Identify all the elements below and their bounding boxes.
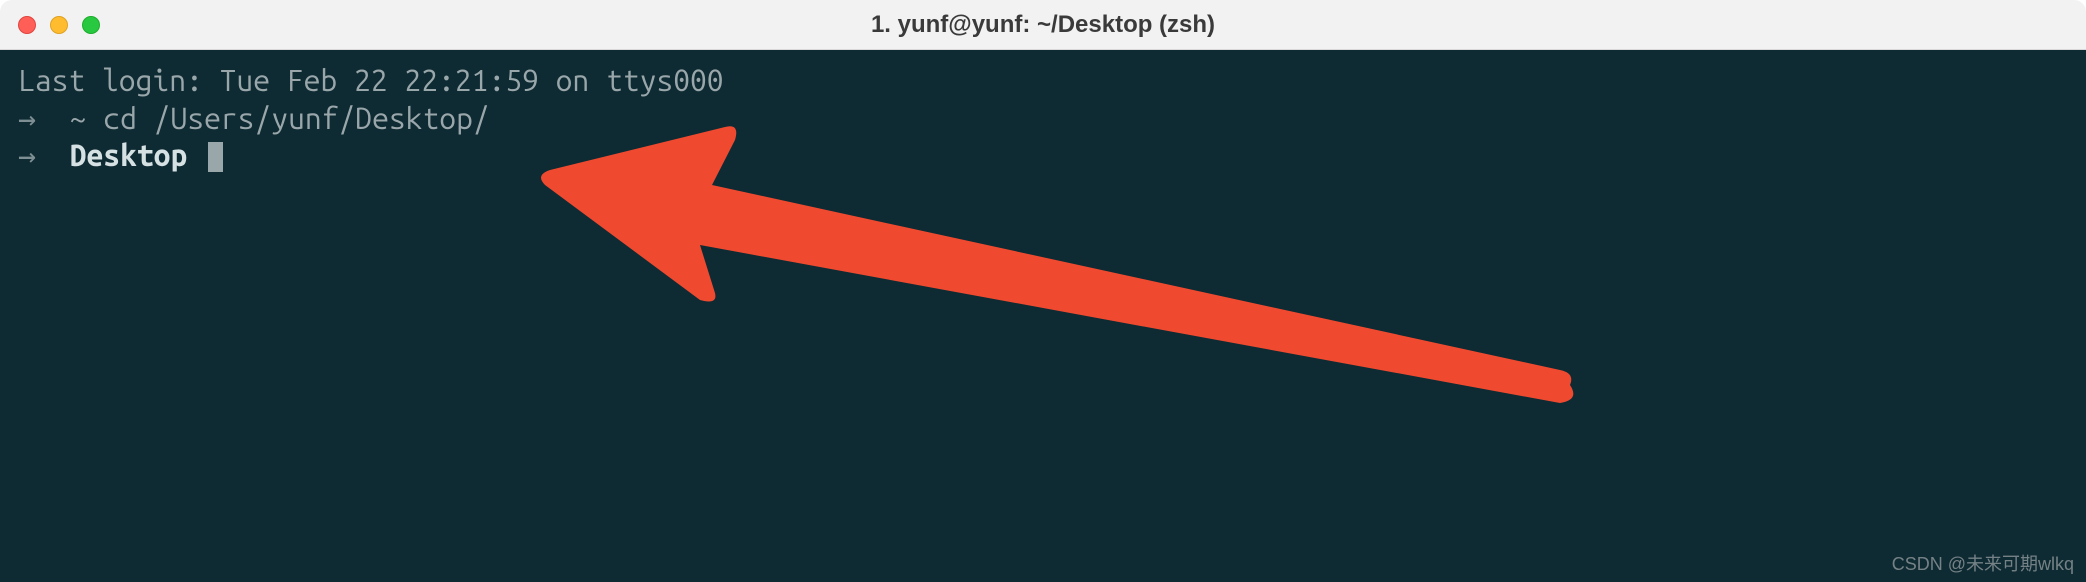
prompt-arrow: → bbox=[18, 101, 70, 135]
prompt-dir: ~ bbox=[70, 101, 87, 135]
cursor bbox=[208, 142, 223, 172]
prompt-dir: Desktop bbox=[70, 138, 188, 172]
prompt-arrow: → bbox=[18, 138, 70, 172]
watermark: CSDN @未来可期wlkq bbox=[1892, 550, 2074, 576]
terminal-window: 1. yunf@yunf: ~/Desktop (zsh) Last login… bbox=[0, 0, 2086, 582]
minimize-icon[interactable] bbox=[50, 16, 68, 34]
terminal-line-prompt: → Desktop bbox=[18, 137, 2068, 175]
maximize-icon[interactable] bbox=[82, 16, 100, 34]
close-icon[interactable] bbox=[18, 16, 36, 34]
window-title: 1. yunf@yunf: ~/Desktop (zsh) bbox=[871, 11, 1215, 39]
traffic-lights bbox=[18, 16, 100, 34]
command-text: cd /Users/yunf/Desktop/ bbox=[86, 101, 489, 135]
terminal-line-lastlogin: Last login: Tue Feb 22 22:21:59 on ttys0… bbox=[18, 62, 2068, 100]
terminal-body[interactable]: Last login: Tue Feb 22 22:21:59 on ttys0… bbox=[0, 50, 2086, 582]
titlebar: 1. yunf@yunf: ~/Desktop (zsh) bbox=[0, 0, 2086, 50]
terminal-line-cd: → ~ cd /Users/yunf/Desktop/ bbox=[18, 100, 2068, 138]
